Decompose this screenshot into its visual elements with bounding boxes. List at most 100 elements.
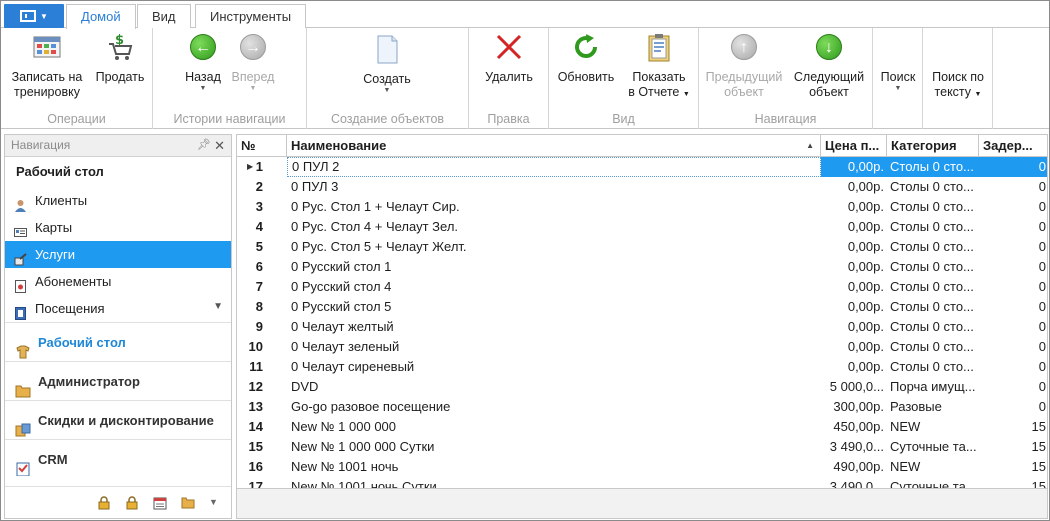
- table-row[interactable]: 11 0 Челаут сиреневый 0,00р. Столы 0 сто...…: [237, 357, 1047, 377]
- cell-delay[interactable]: 0: [979, 237, 1047, 257]
- cell-name[interactable]: 0 Рус. Стол 4 + Челаут Зел.: [287, 217, 821, 237]
- cell-category[interactable]: Столы 0 сто...: [887, 337, 979, 357]
- cell-category[interactable]: Столы 0 сто...: [887, 177, 979, 197]
- table-row[interactable]: 13 Go-go разовое посещение 300,00р. Разовые…: [237, 397, 1047, 417]
- forward-dropdown-icon[interactable]: ▼: [227, 85, 279, 93]
- column-header-name[interactable]: Наименование ▲: [287, 135, 821, 157]
- cell-name[interactable]: New № 1 000 000: [287, 417, 821, 437]
- cell-delay[interactable]: 0: [979, 197, 1047, 217]
- tab-view[interactable]: Вид: [137, 4, 191, 28]
- cell-name[interactable]: 0 Рус. Стол 5 + Челаут Желт.: [287, 237, 821, 257]
- cell-name[interactable]: Go-go разовое посещение: [287, 397, 821, 417]
- cell-category[interactable]: Столы 0 сто...: [887, 257, 979, 277]
- cell-delay[interactable]: 0: [979, 317, 1047, 337]
- cell-category[interactable]: Разовые: [887, 397, 979, 417]
- cell-price[interactable]: 0,00р.: [821, 257, 887, 277]
- column-header-price[interactable]: Цена п...: [821, 135, 887, 157]
- cell-category[interactable]: Суточные та...: [887, 437, 979, 457]
- cell-name[interactable]: DVD: [287, 377, 821, 397]
- cell-name[interactable]: 0 Челаут зеленый: [287, 337, 821, 357]
- cell-category[interactable]: NEW: [887, 417, 979, 437]
- back-button[interactable]: ← Назад ▼: [179, 32, 227, 93]
- cell-name[interactable]: New № 1 000 000 Сутки: [287, 437, 821, 457]
- cell-num[interactable]: 6: [237, 257, 287, 277]
- cell-name[interactable]: New № 1001 ночь: [287, 457, 821, 477]
- cell-category[interactable]: Порча имущ...: [887, 377, 979, 397]
- column-header-category[interactable]: Категория: [887, 135, 979, 157]
- show-in-report-button[interactable]: Показать в Отчете ▼: [623, 32, 695, 102]
- cell-delay[interactable]: 0: [979, 337, 1047, 357]
- record-training-button[interactable]: Записать на тренировку: [5, 32, 89, 100]
- cell-price[interactable]: 0,00р.: [821, 177, 887, 197]
- close-icon[interactable]: ✕: [214, 135, 225, 156]
- cell-category[interactable]: Столы 0 сто...: [887, 277, 979, 297]
- lock-icon[interactable]: [125, 496, 139, 510]
- sidebar-item-clients[interactable]: Клиенты: [5, 187, 231, 214]
- refresh-button[interactable]: Обновить: [553, 32, 619, 85]
- cell-price[interactable]: 0,00р.: [821, 337, 887, 357]
- cell-price[interactable]: 3 490,0...: [821, 437, 887, 457]
- cell-name[interactable]: 0 ПУЛ 2: [287, 157, 821, 177]
- next-object-button[interactable]: ↓ Следующий объект: [789, 32, 869, 100]
- table-row[interactable]: 10 0 Челаут зеленый 0,00р. Столы 0 сто... 0: [237, 337, 1047, 357]
- create-dropdown-icon[interactable]: ▼: [357, 87, 417, 95]
- cell-category[interactable]: NEW: [887, 457, 979, 477]
- sidebar-item-cards[interactable]: Карты: [5, 214, 231, 241]
- cell-delay[interactable]: 15: [979, 457, 1047, 477]
- cell-num[interactable]: 3: [237, 197, 287, 217]
- table-row[interactable]: 1 ▶ 0 ПУЛ 2 0,00р. Столы 0 сто... 0: [237, 157, 1047, 177]
- cell-num[interactable]: 13: [237, 397, 287, 417]
- cell-num[interactable]: 9: [237, 317, 287, 337]
- folder-icon[interactable]: [181, 496, 195, 510]
- lock-icon[interactable]: [97, 496, 111, 510]
- cell-delay[interactable]: 0: [979, 297, 1047, 317]
- pin-icon[interactable]: 📌︎: [197, 135, 211, 156]
- table-row[interactable]: 12 DVD 5 000,0... Порча имущ... 0: [237, 377, 1047, 397]
- nav-section-administrator[interactable]: Администратор: [5, 361, 231, 400]
- table-row[interactable]: 2 0 ПУЛ 3 0,00р. Столы 0 сто... 0: [237, 177, 1047, 197]
- cell-delay[interactable]: 0: [979, 177, 1047, 197]
- cell-num[interactable]: 5: [237, 237, 287, 257]
- cell-name[interactable]: 0 Челаут сиреневый: [287, 357, 821, 377]
- cell-name[interactable]: 0 Рус. Стол 1 + Челаут Сир.: [287, 197, 821, 217]
- nav-section-discounts[interactable]: Скидки и дисконтирование: [5, 400, 231, 439]
- back-dropdown-icon[interactable]: ▼: [179, 85, 227, 93]
- cell-num[interactable]: 11: [237, 357, 287, 377]
- cell-delay[interactable]: 0: [979, 257, 1047, 277]
- table-row[interactable]: 14 New № 1 000 000 450,00р. NEW 15: [237, 417, 1047, 437]
- tab-home[interactable]: Домой: [66, 4, 136, 29]
- cell-delay[interactable]: 0: [979, 217, 1047, 237]
- cell-delay[interactable]: 0: [979, 277, 1047, 297]
- cell-price[interactable]: 0,00р.: [821, 317, 887, 337]
- cell-delay[interactable]: 0: [979, 157, 1047, 177]
- cell-category[interactable]: Столы 0 сто...: [887, 297, 979, 317]
- cell-delay[interactable]: 15: [979, 437, 1047, 457]
- cell-price[interactable]: 5 000,0...: [821, 377, 887, 397]
- cell-price[interactable]: 0,00р.: [821, 237, 887, 257]
- search-by-text-button[interactable]: Поиск по тексту ▼: [925, 70, 991, 102]
- cell-name[interactable]: 0 Русский стол 1: [287, 257, 821, 277]
- table-row[interactable]: 4 0 Рус. Стол 4 + Челаут Зел. 0,00р. Столы …: [237, 217, 1047, 237]
- table-row[interactable]: 16 New № 1001 ночь 490,00р. NEW 15: [237, 457, 1047, 477]
- calendar-icon[interactable]: [153, 496, 167, 510]
- cell-num[interactable]: 12: [237, 377, 287, 397]
- create-button[interactable]: Создать ▼: [357, 34, 417, 95]
- cell-price[interactable]: 0,00р.: [821, 277, 887, 297]
- cell-num[interactable]: 15: [237, 437, 287, 457]
- search-dropdown-icon[interactable]: ▼: [875, 85, 921, 93]
- cell-price[interactable]: 0,00р.: [821, 197, 887, 217]
- search-button[interactable]: Поиск ▼: [875, 70, 921, 93]
- cell-price[interactable]: 0,00р.: [821, 217, 887, 237]
- table-row[interactable]: 7 0 Русский стол 4 0,00р. Столы 0 сто... 0: [237, 277, 1047, 297]
- app-menu-button[interactable]: ▼: [4, 4, 64, 28]
- sidebar-item-services[interactable]: Услуги: [5, 241, 231, 268]
- cell-num[interactable]: 4: [237, 217, 287, 237]
- delete-button[interactable]: Удалить: [479, 32, 539, 85]
- cell-num[interactable]: 16: [237, 457, 287, 477]
- cell-category[interactable]: Столы 0 сто...: [887, 317, 979, 337]
- sell-button[interactable]: $ Продать: [91, 32, 149, 85]
- chevron-down-icon[interactable]: ▼: [209, 497, 223, 511]
- sidebar-item-subscriptions[interactable]: Абонементы: [5, 268, 231, 295]
- column-header-delay[interactable]: Задер...: [979, 135, 1047, 157]
- cell-price[interactable]: 450,00р.: [821, 417, 887, 437]
